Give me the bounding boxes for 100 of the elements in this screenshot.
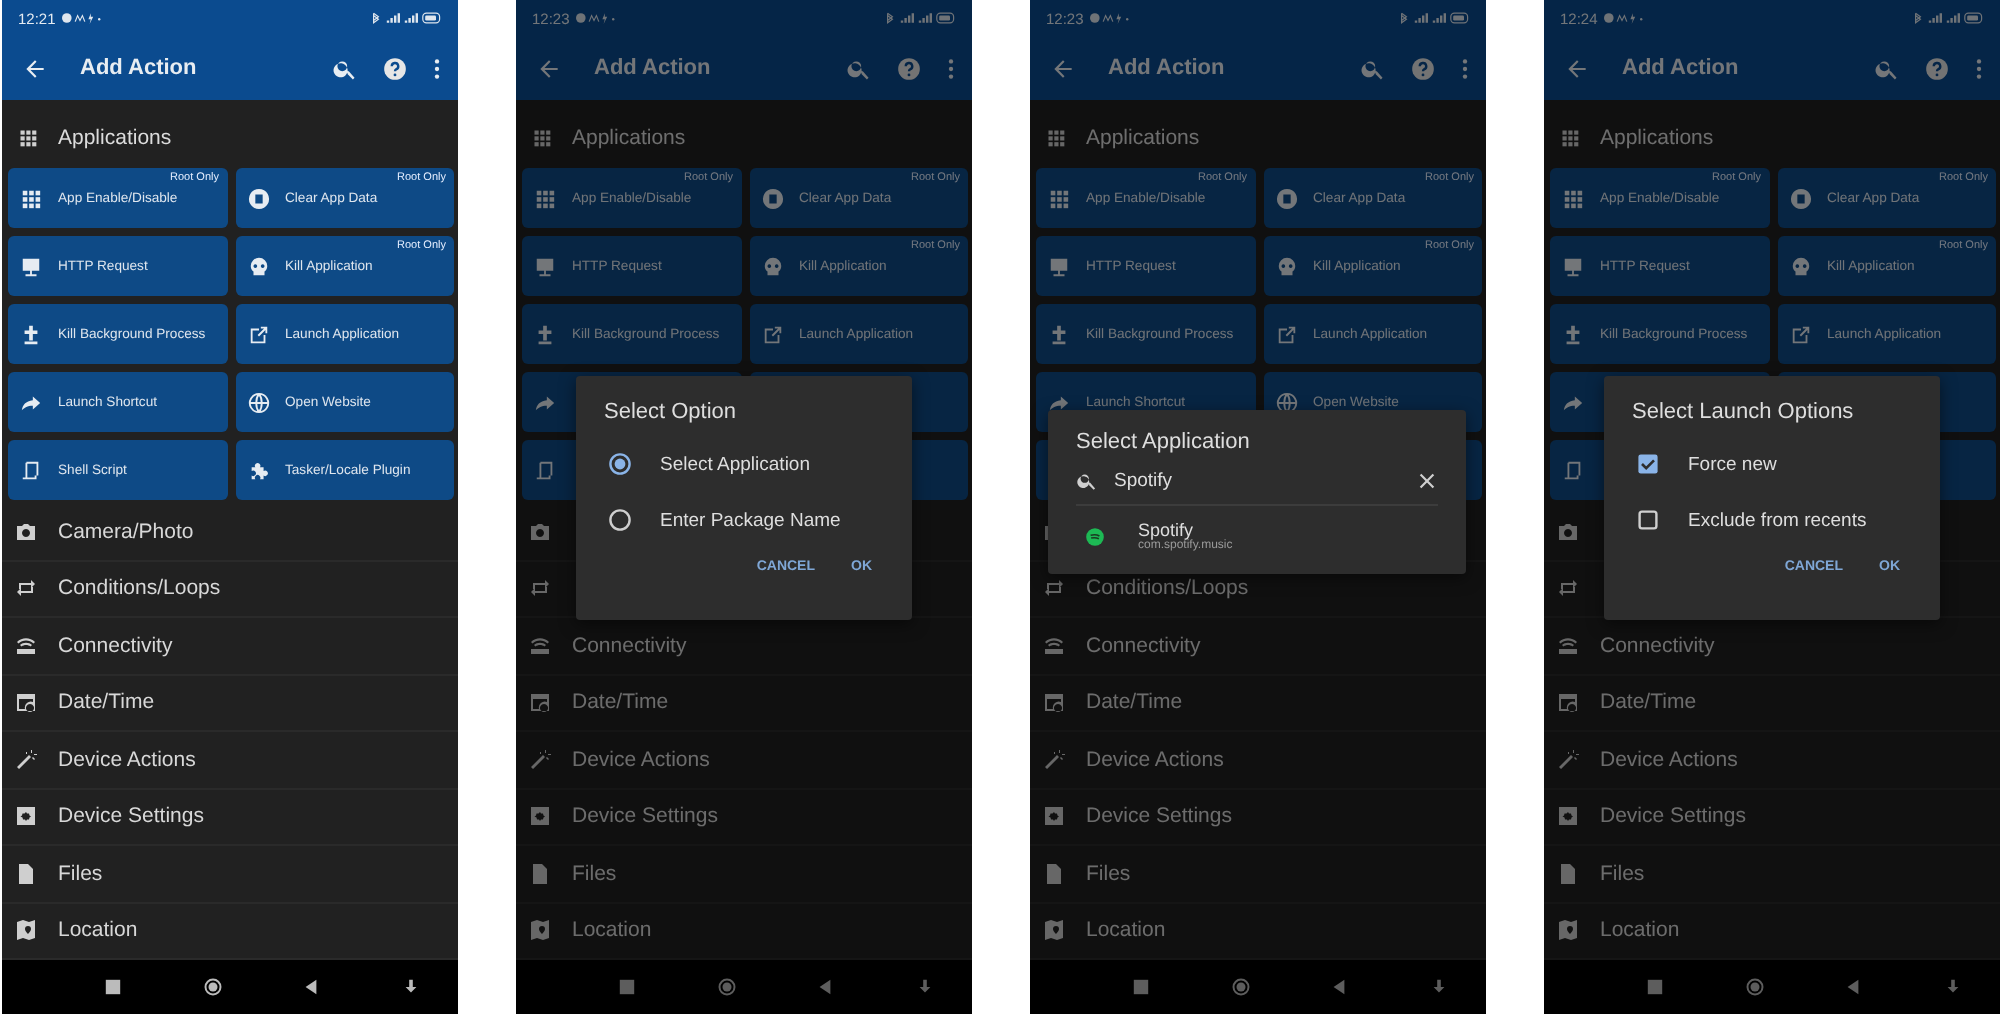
calendar-icon <box>14 690 38 715</box>
radio-option[interactable]: Select Application <box>604 436 884 492</box>
monitor-icon <box>534 255 556 277</box>
category-item[interactable]: Conditions/Loops <box>2 561 458 618</box>
map-icon <box>1556 918 1580 943</box>
grid-icon <box>18 128 38 148</box>
gear-icon <box>14 804 38 829</box>
search-icon[interactable] <box>846 55 872 81</box>
status-icons-drawing <box>370 12 442 24</box>
share-arrow-icon <box>1048 391 1070 413</box>
router-icon <box>1556 633 1580 658</box>
category-item[interactable]: Device Actions <box>2 732 458 789</box>
search-icon[interactable] <box>332 55 358 81</box>
file-icon <box>14 861 38 886</box>
category-item[interactable]: Date/Time <box>2 675 458 732</box>
help-icon[interactable] <box>1410 55 1436 81</box>
share-arrow-icon <box>20 391 42 413</box>
category-item[interactable]: Device Actions <box>1544 732 2000 789</box>
dialog-title: Select Application <box>1076 430 1252 454</box>
calendar-icon <box>528 690 552 715</box>
loop-icon <box>1556 576 1580 601</box>
search-field[interactable]: Spotify <box>1114 470 1400 492</box>
app-bar-title: Add Action <box>1622 56 1739 80</box>
router-icon <box>528 633 552 658</box>
category-item[interactable]: Connectivity <box>1030 618 1486 675</box>
dialog-title: Select Option <box>604 400 739 424</box>
help-icon[interactable] <box>1924 55 1950 81</box>
grid-icon <box>1562 187 1584 209</box>
app-name[interactable]: Spotify <box>1138 520 1233 540</box>
grid-icon <box>1046 128 1066 148</box>
radio-option[interactable]: Enter Package Name <box>604 492 884 548</box>
map-icon <box>14 918 38 943</box>
close-icon[interactable] <box>1416 470 1438 492</box>
document-icon <box>20 459 42 481</box>
category-item[interactable]: Device Settings <box>1030 789 1486 846</box>
skull-icon <box>1789 255 1811 277</box>
category-item[interactable]: Files <box>2 846 458 903</box>
category-item[interactable]: Connectivity <box>2 618 458 675</box>
more-icon[interactable] <box>1974 55 1984 81</box>
checkbox-option[interactable]: Force new <box>1632 436 1912 492</box>
app-bar-title: Add Action <box>594 56 711 80</box>
cross-icon <box>534 323 556 345</box>
back-icon[interactable] <box>302 978 321 996</box>
status-icons-drawing <box>1398 12 1470 24</box>
home-icon[interactable] <box>203 978 222 996</box>
calendar-icon <box>1042 690 1066 715</box>
skull-icon <box>1275 255 1297 277</box>
file-icon <box>1042 861 1066 886</box>
dialog-title: Select Launch Options <box>1632 400 1856 424</box>
recents-icon[interactable] <box>104 978 123 996</box>
category-item[interactable]: Files <box>1544 846 2000 903</box>
category-item[interactable]: Device Settings <box>1544 789 2000 846</box>
document-icon <box>1562 459 1584 481</box>
skull-icon <box>247 255 269 277</box>
app-bar-title: Add Action <box>80 56 197 80</box>
more-icon[interactable] <box>946 55 956 81</box>
external-link-icon <box>761 323 783 345</box>
calendar-icon <box>1556 690 1580 715</box>
category-item[interactable]: Device Settings <box>2 789 458 846</box>
search-icon <box>1076 470 1098 492</box>
external-link-icon <box>1789 323 1811 345</box>
loop-icon <box>528 576 552 601</box>
camera-icon <box>1556 519 1580 544</box>
app-icon <box>1084 525 1106 547</box>
grid-icon <box>532 128 552 148</box>
router-icon <box>14 633 38 658</box>
category-item[interactable]: Device Actions <box>1030 732 1486 789</box>
map-icon <box>1042 918 1066 943</box>
document-icon <box>534 459 556 481</box>
category-item[interactable]: Date/Time <box>1030 675 1486 732</box>
help-icon[interactable] <box>896 55 922 81</box>
grid-icon <box>534 187 556 209</box>
category-item[interactable]: Device Settings <box>516 789 972 846</box>
gear-icon <box>528 804 552 829</box>
section-title: Applications <box>572 126 686 150</box>
category-item[interactable]: Date/Time <box>516 675 972 732</box>
section-title: Applications <box>1086 126 1200 150</box>
back-icon[interactable] <box>22 55 48 81</box>
search-icon[interactable] <box>1874 55 1900 81</box>
more-icon[interactable] <box>1460 55 1470 81</box>
cross-icon <box>20 323 42 345</box>
section-title: Applications <box>58 126 172 150</box>
down-arrow-icon[interactable] <box>401 978 420 996</box>
category-item[interactable]: Device Actions <box>516 732 972 789</box>
map-icon <box>528 918 552 943</box>
globe-icon <box>247 391 269 413</box>
category-item[interactable]: Files <box>1030 846 1486 903</box>
category-item[interactable]: Camera/Photo <box>2 504 458 561</box>
wand-icon <box>528 747 552 772</box>
skull-icon <box>761 255 783 277</box>
more-icon[interactable] <box>432 55 442 81</box>
status-icons-drawing <box>1912 12 1984 24</box>
category-item[interactable]: Date/Time <box>1544 675 2000 732</box>
wand-icon <box>14 747 38 772</box>
checkbox-option[interactable]: Exclude from recents <box>1632 492 1912 548</box>
globe-icon <box>1275 391 1297 413</box>
help-icon[interactable] <box>382 55 408 81</box>
search-icon[interactable] <box>1360 55 1386 81</box>
category-item[interactable]: Files <box>516 846 972 903</box>
camera-icon <box>14 519 38 544</box>
